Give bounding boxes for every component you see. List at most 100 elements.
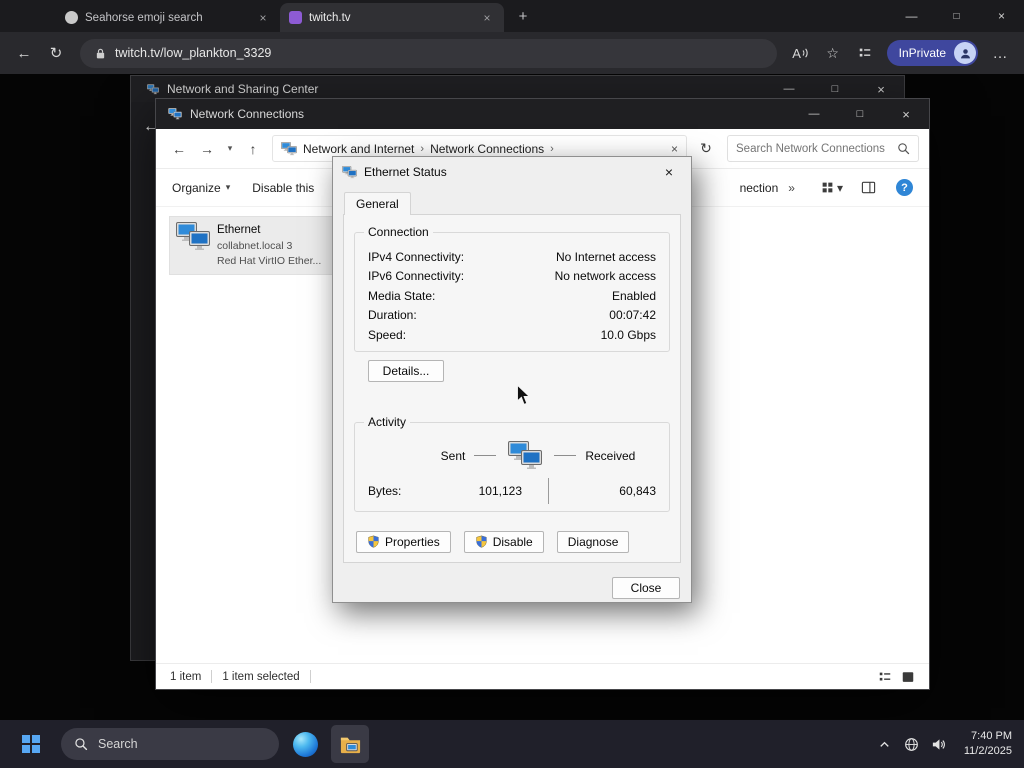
connection-row: Speed: 10.0 Gbps xyxy=(368,325,656,345)
organize-menu[interactable]: Organize ▾ xyxy=(172,181,230,195)
tab-general[interactable]: General xyxy=(344,192,411,215)
divider xyxy=(309,670,311,683)
search-input[interactable] xyxy=(736,142,897,155)
search-icon[interactable] xyxy=(897,142,910,155)
new-tab-button[interactable]: + xyxy=(510,3,536,29)
preview-pane-button[interactable] xyxy=(861,180,876,195)
bytes-label: Bytes: xyxy=(368,483,402,498)
clock-time: 7:40 PM xyxy=(971,729,1012,742)
hidden-icons-chevron[interactable] xyxy=(877,737,892,752)
refresh-button[interactable]: ↻ xyxy=(42,39,70,67)
browser-minimize-button[interactable]: — xyxy=(889,0,934,32)
help-button[interactable]: ? xyxy=(896,179,913,196)
ethernet-item-text: Ethernet collabnet.local 3 Red Hat VirtI… xyxy=(217,222,321,269)
inprivate-badge[interactable]: InPrivate xyxy=(886,40,978,66)
window-title: Network Connections xyxy=(190,107,305,121)
network-connections-taskbar-icon[interactable] xyxy=(331,725,369,763)
explorer-search-box[interactable] xyxy=(727,135,919,162)
refresh-button[interactable]: ↻ xyxy=(693,135,719,163)
nav-back-button[interactable]: ← xyxy=(166,135,192,163)
change-view-button[interactable]: ▾ xyxy=(821,181,843,195)
taskbar-clock[interactable]: 7:40 PM 11/2/2025 xyxy=(964,729,1012,760)
collections-icon[interactable] xyxy=(851,39,879,67)
large-icons-view-button[interactable] xyxy=(901,670,915,684)
nc-maximize-button[interactable]: □ xyxy=(837,99,883,129)
volume-tray-icon[interactable] xyxy=(931,737,946,752)
window-title: Network and Sharing Center xyxy=(167,82,319,96)
url-bar[interactable]: twitch.tv/low_plankton_3329 xyxy=(80,38,777,68)
more-menu-icon[interactable]: … xyxy=(986,39,1014,67)
network-tray-icon[interactable] xyxy=(904,737,919,752)
nc-close-button[interactable]: × xyxy=(883,99,929,129)
read-aloud-icon[interactable]: A xyxy=(787,39,815,67)
properties-button[interactable]: Properties xyxy=(356,530,451,553)
edge-taskbar-icon[interactable] xyxy=(286,725,324,763)
search-icon xyxy=(74,737,88,751)
nc-window-controls: — □ × xyxy=(791,99,929,129)
breadcrumb-item-network-and-internet[interactable]: Network and Internet xyxy=(303,142,414,156)
nc-minimize-button[interactable]: — xyxy=(791,99,837,129)
edge-logo-icon xyxy=(292,731,318,757)
taskbar-search-label: Search xyxy=(98,737,138,751)
ethernet-adapter-icon xyxy=(176,222,210,252)
connection-row: Media State: Enabled xyxy=(368,286,656,306)
activity-group: Activity Sent Received Bytes: 101,123 60… xyxy=(354,414,670,512)
disable-device-command[interactable]: Disable this xyxy=(252,181,314,195)
favorites-star-icon[interactable]: ☆ xyxy=(819,39,847,67)
chevron-down-icon: ▾ xyxy=(836,180,843,195)
nav-history-dropdown-icon[interactable]: ▾ xyxy=(222,135,238,163)
tab-favicon xyxy=(65,11,78,24)
browser-address-bar: ← ↻ twitch.tv/low_plankton_3329 A ☆ InPr… xyxy=(0,32,1024,74)
start-button[interactable] xyxy=(12,725,50,763)
close-button[interactable]: Close xyxy=(612,577,680,599)
ethernet-connection-item[interactable]: Ethernet collabnet.local 3 Red Hat VirtI… xyxy=(169,216,337,276)
status-selected-count: 1 item selected xyxy=(222,670,300,683)
received-bytes-value: 60,843 xyxy=(619,483,656,498)
tab-twitch[interactable]: twitch.tv × xyxy=(280,3,504,32)
row-label: Media State: xyxy=(368,288,436,303)
profile-avatar[interactable] xyxy=(954,42,976,64)
connection-group: Connection IPv4 Connectivity: No Interne… xyxy=(354,225,670,352)
tab-close-icon[interactable]: × xyxy=(479,10,495,26)
details-button[interactable]: Details... xyxy=(368,359,444,382)
sent-label: Sent xyxy=(440,448,466,463)
dialog-close-button[interactable]: × xyxy=(647,157,691,187)
details-view-button[interactable] xyxy=(878,670,892,684)
dialog-title-bar[interactable]: Ethernet Status × xyxy=(333,157,691,187)
back-button[interactable]: ← xyxy=(10,39,38,67)
folder-icon xyxy=(281,142,297,156)
clock-date: 11/2/2025 xyxy=(963,745,1012,757)
address-clear-icon[interactable]: × xyxy=(671,142,678,156)
activity-direction-row: Sent Received xyxy=(394,441,682,471)
browser-close-button[interactable]: × xyxy=(979,0,1024,32)
activity-group-legend: Activity xyxy=(364,414,411,429)
tab-close-icon[interactable]: × xyxy=(255,10,271,26)
breadcrumb-chevron-icon[interactable]: › xyxy=(420,143,424,155)
taskbar-search[interactable]: Search xyxy=(61,728,279,760)
row-label: IPv4 Connectivity: xyxy=(368,249,465,264)
row-value: Enabled xyxy=(611,288,656,303)
chevron-down-icon: ▾ xyxy=(225,182,231,192)
overflow-chevrons-icon[interactable]: » xyxy=(788,181,795,195)
row-value: 00:07:42 xyxy=(609,308,656,323)
breadcrumb-chevron-icon[interactable]: › xyxy=(550,143,554,155)
diagnose-button[interactable]: Diagnose xyxy=(556,530,630,553)
disable-button[interactable]: Disable xyxy=(463,530,544,553)
dialog-footer: Close xyxy=(333,563,691,599)
sent-bytes-value: 101,123 xyxy=(478,483,522,498)
breadcrumb-item-network-connections[interactable]: Network Connections xyxy=(430,142,544,156)
connection-network: collabnet.local 3 xyxy=(217,239,293,252)
nc-title-bar[interactable]: Network Connections — □ × xyxy=(156,99,929,129)
tab-seahorse-emoji-search[interactable]: Seahorse emoji search × xyxy=(56,3,280,32)
nav-up-button[interactable]: ↑ xyxy=(240,135,266,163)
browser-maximize-button[interactable]: □ xyxy=(934,0,979,32)
browser-tab-strip: Seahorse emoji search × twitch.tv × + — … xyxy=(0,0,1024,32)
row-label: Speed: xyxy=(368,327,407,342)
nav-forward-button[interactable]: → xyxy=(194,135,220,163)
network-activity-icon xyxy=(505,441,545,471)
uac-shield-icon xyxy=(475,535,488,548)
divider xyxy=(474,455,497,456)
tab-title: Seahorse emoji search xyxy=(85,11,203,24)
rename-connection-command-partial[interactable]: nection xyxy=(740,181,779,195)
row-label: Duration: xyxy=(368,308,417,323)
